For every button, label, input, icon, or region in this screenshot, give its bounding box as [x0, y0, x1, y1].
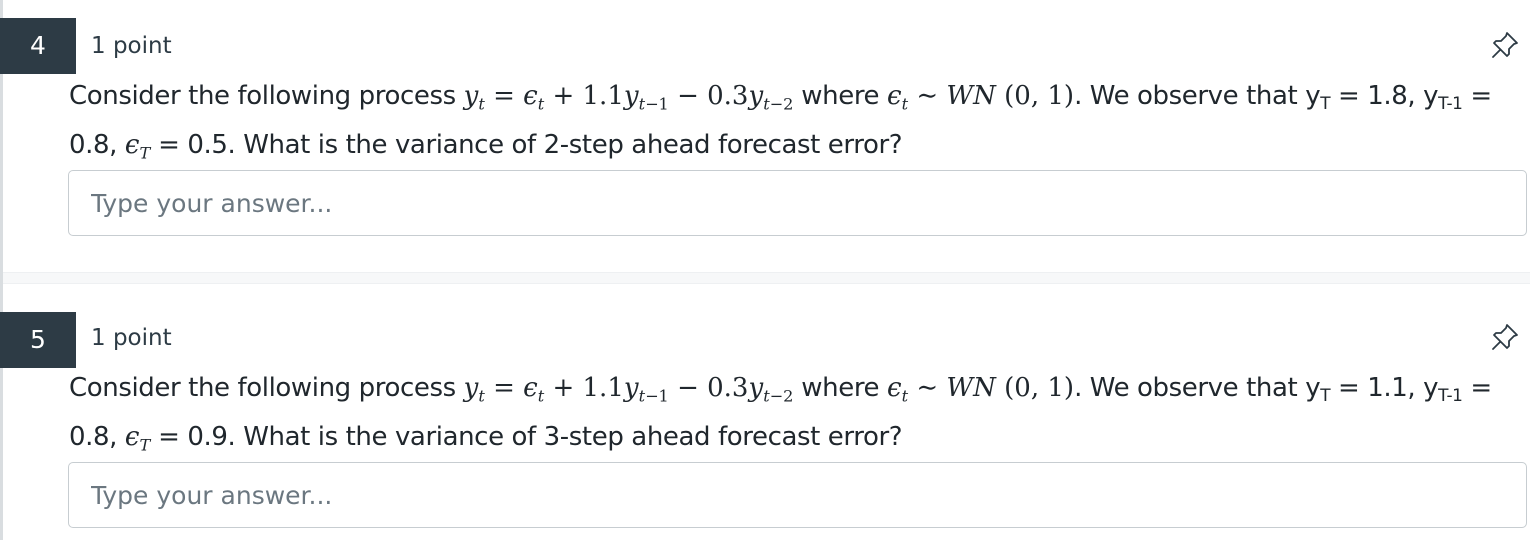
pin-icon[interactable] — [1490, 322, 1520, 352]
question-number: 4 — [0, 18, 76, 74]
card-separator — [3, 272, 1530, 284]
process-equation: yt = ϵt + 1.1yt−1 − 0.3yt−2 — [463, 373, 794, 406]
question-number: 5 — [0, 312, 76, 368]
noise-definition: ϵt ∼ WN (0, 1) — [887, 81, 1075, 114]
process-equation: yt = ϵt + 1.1yt−1 − 0.3yt−2 — [463, 81, 794, 114]
question-text: Consider the following process yt = ϵt +… — [69, 81, 1492, 163]
answer-input[interactable] — [68, 462, 1527, 528]
question-card-4: 4 1 point Consider the following process… — [0, 0, 1530, 272]
noise-definition: ϵt ∼ WN (0, 1) — [887, 373, 1075, 406]
question-text: Consider the following process yt = ϵt +… — [69, 373, 1492, 455]
answer-input[interactable] — [68, 170, 1527, 236]
question-points: 1 point — [91, 325, 172, 351]
pin-icon[interactable] — [1490, 30, 1520, 60]
question-card-5: 5 1 point Consider the following process… — [0, 284, 1530, 540]
question-points: 1 point — [91, 33, 172, 59]
